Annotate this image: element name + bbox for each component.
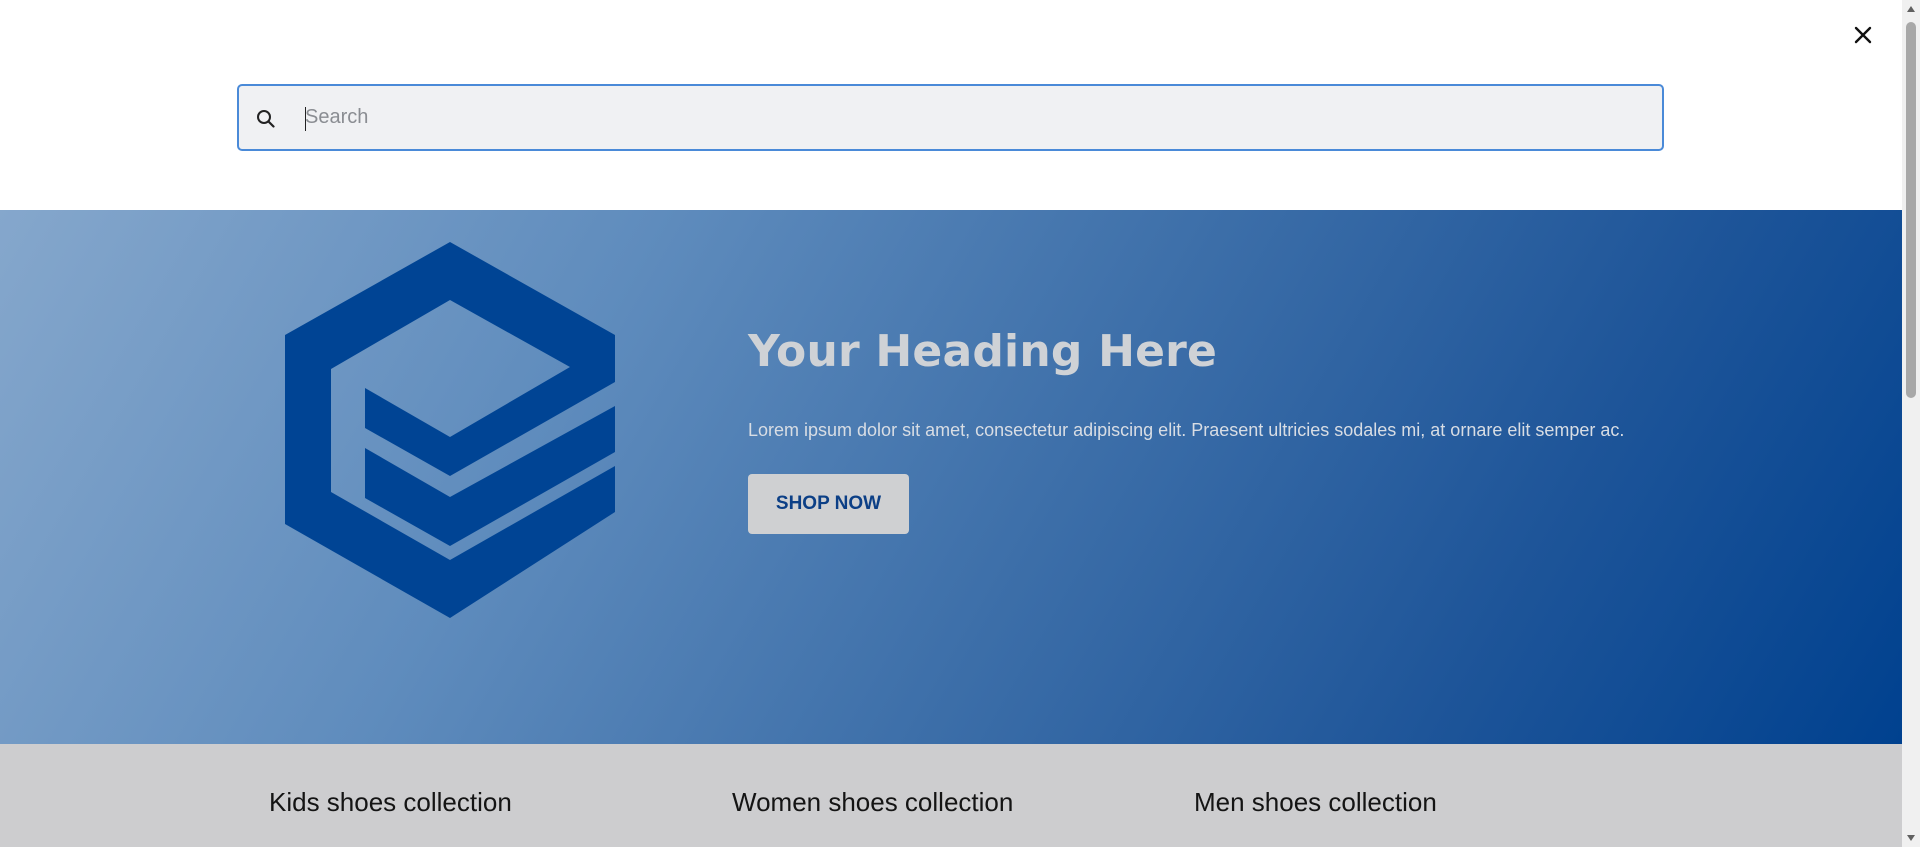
- close-search-button[interactable]: [1850, 22, 1876, 48]
- text-caret: [305, 107, 306, 131]
- collection-link-women[interactable]: Women shoes collection: [732, 787, 1013, 818]
- page: Your Heading Here Lorem ipsum dolor sit …: [0, 0, 1920, 847]
- collection-link-men[interactable]: Men shoes collection: [1194, 787, 1437, 818]
- hero-description: Lorem ipsum dolor sit amet, consectetur …: [748, 420, 1625, 440]
- collections-bar: Kids shoes collection Women shoes collec…: [0, 744, 1902, 847]
- hero-banner: Your Heading Here Lorem ipsum dolor sit …: [0, 210, 1902, 744]
- close-icon: [1854, 26, 1872, 44]
- stacked-hexagon-logo: [285, 242, 615, 618]
- search-icon: [257, 110, 275, 128]
- vertical-scrollbar[interactable]: [1902, 0, 1920, 847]
- hero-heading: Your Heading Here: [748, 326, 1218, 377]
- search-box[interactable]: [237, 84, 1664, 151]
- search-overlay: [0, 0, 1902, 210]
- shop-now-button[interactable]: SHOP NOW: [748, 474, 909, 534]
- scrollbar-thumb[interactable]: [1906, 22, 1916, 398]
- search-input[interactable]: [305, 86, 1645, 149]
- scroll-up-arrow-icon[interactable]: [1902, 0, 1920, 18]
- scroll-down-arrow-icon[interactable]: [1902, 829, 1920, 847]
- collection-link-kids[interactable]: Kids shoes collection: [269, 787, 512, 818]
